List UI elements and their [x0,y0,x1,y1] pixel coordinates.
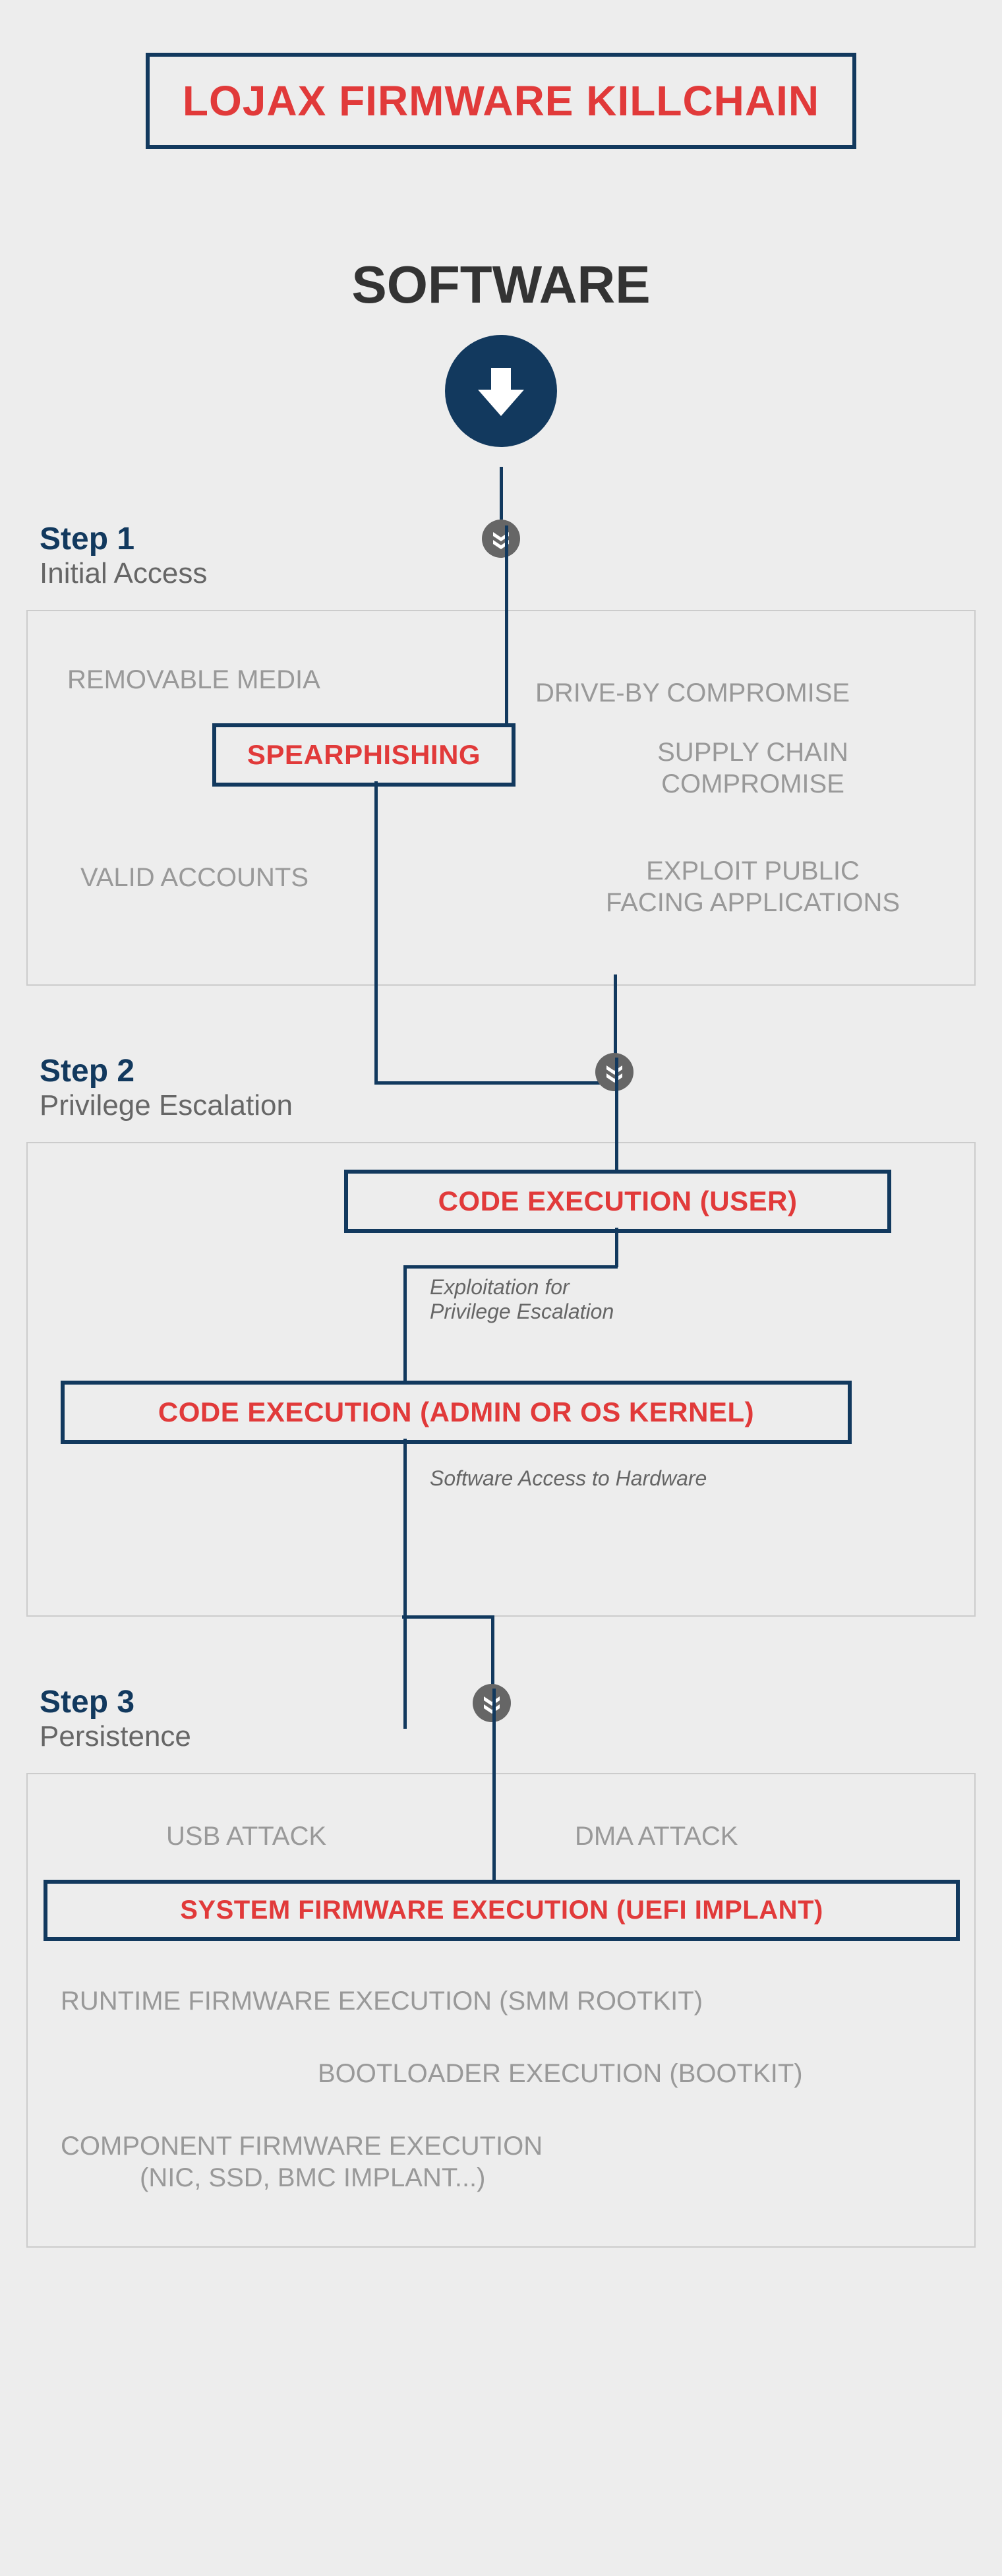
box-code-exec-admin: CODE EXECUTION (ADMIN OR OS KERNEL) [61,1381,852,1444]
chevron-down-icon [473,1684,511,1722]
panel-initial-access: REMOVABLE MEDIA DRIVE-BY COMPROMISE SPEA… [26,610,976,986]
ghost-removable-media: REMOVABLE MEDIA [67,664,320,696]
software-heading: SOFTWARE [26,255,976,315]
chevron-down-icon [595,1053,634,1091]
ghost-driveby: DRIVE-BY COMPROMISE [535,677,850,709]
ghost-component-firmware: COMPONENT FIRMWARE EXECUTION(NIC, SSD, B… [61,2130,944,2194]
ghost-usb-attack: USB ATTACK [166,1820,326,1852]
chevron-down-icon [482,520,520,558]
ghost-supply-chain: SUPPLY CHAINCOMPROMISE [588,736,918,800]
box-code-exec-user: CODE EXECUTION (USER) [344,1170,891,1233]
note-exploitation: Exploitation forPrivilege Escalation [430,1275,693,1324]
step-2-sub: Privilege Escalation [40,1089,976,1122]
ghost-valid-accounts: VALID ACCOUNTS [80,862,309,893]
ghost-exploit-public: EXPLOIT PUBLICFACING APPLICATIONS [568,855,937,918]
panel-privilege-escalation: CODE EXECUTION (USER) Exploitation forPr… [26,1142,976,1617]
note-software-access: Software Access to Hardware [430,1466,707,1491]
box-system-firmware: SYSTEM FIRMWARE EXECUTION (UEFI IMPLANT) [44,1880,960,1941]
download-circle-icon [445,335,557,447]
ghost-dma-attack: DMA ATTACK [575,1820,738,1852]
step-3-sub: Persistence [40,1720,976,1753]
box-spearphishing: SPEARPHISHING [212,723,516,787]
panel-persistence: USB ATTACK DMA ATTACK SYSTEM FIRMWARE EX… [26,1773,976,2248]
title-box: LOJAX FIRMWARE KILLCHAIN [146,53,856,149]
ghost-bootloader: BOOTLOADER EXECUTION (BOOTKIT) [318,2058,951,2089]
ghost-runtime-firmware: RUNTIME FIRMWARE EXECUTION (SMM ROOTKIT) [61,1985,944,2017]
